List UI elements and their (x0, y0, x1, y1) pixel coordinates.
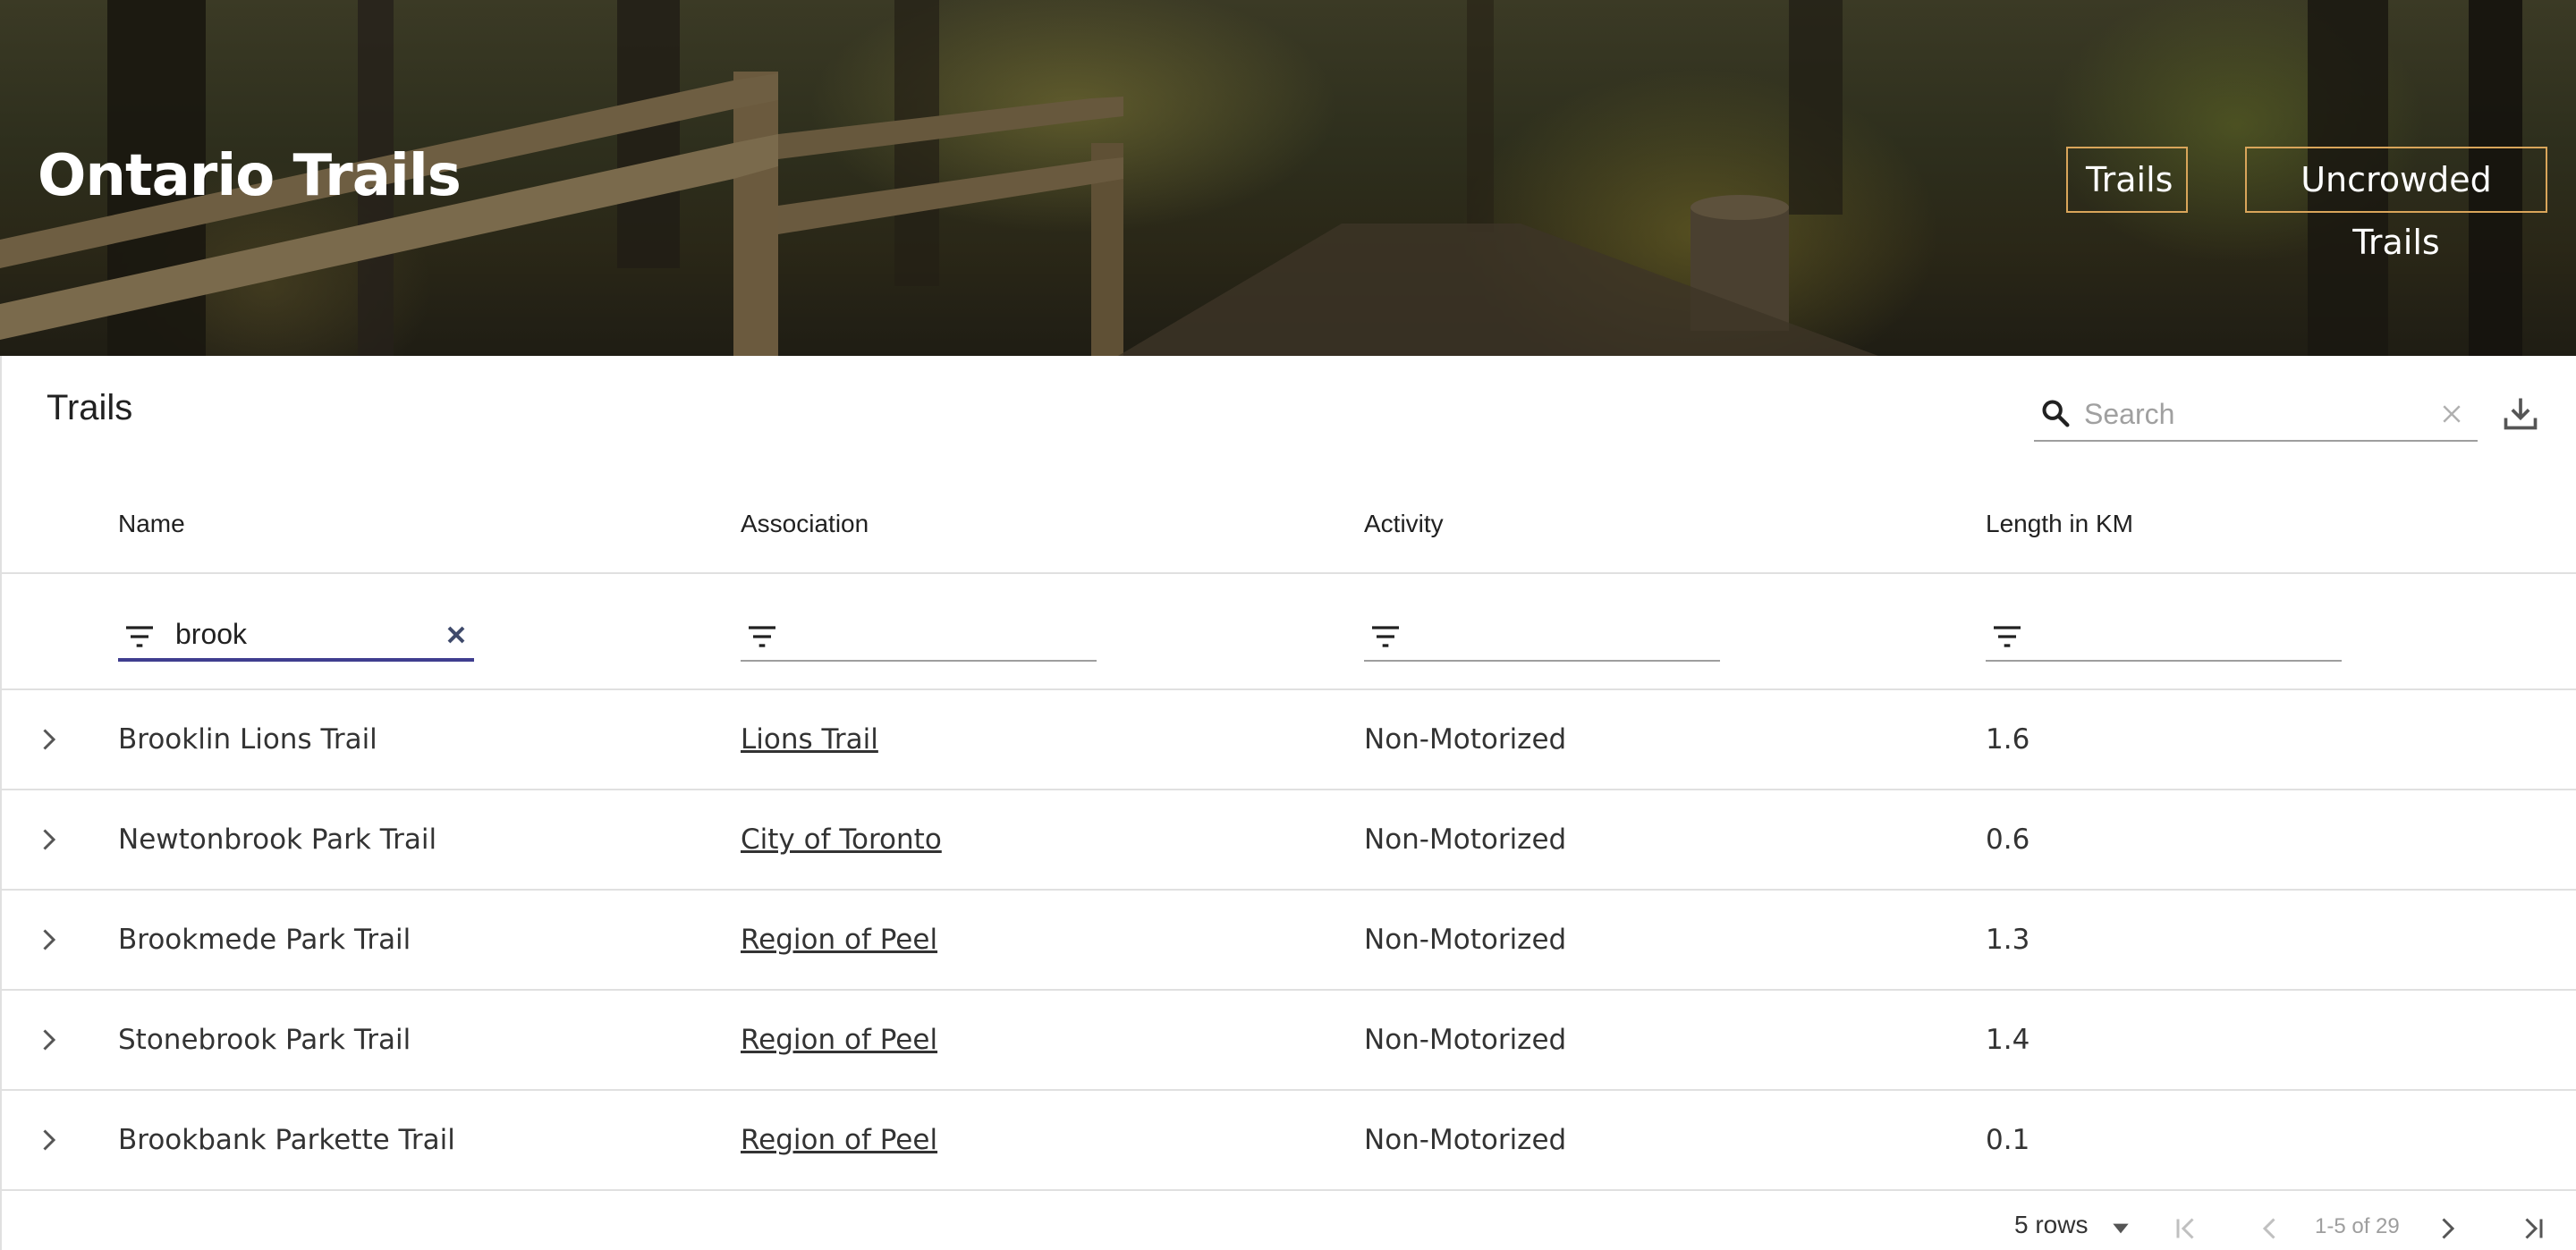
filter-icon (1994, 626, 2021, 647)
column-header-name[interactable]: Name (118, 510, 185, 538)
activity-filter (1364, 612, 1720, 662)
trail-activity: Non-Motorized (1364, 723, 1567, 756)
filter-icon (1372, 626, 1399, 647)
table-title: Trails (47, 388, 133, 427)
trail-name: Stonebrook Park Trail (118, 1024, 411, 1056)
trail-length: 0.6 (1986, 823, 2030, 856)
table-row: Brooklin Lions Trail Lions Trail Non-Mot… (2, 690, 2576, 790)
association-link[interactable]: Region of Peel (741, 924, 937, 956)
pagination-bar: 5 rows 1-5 of 29 (2, 1193, 2576, 1250)
trail-activity: Non-Motorized (1364, 823, 1567, 856)
association-link[interactable]: Region of Peel (741, 1124, 937, 1156)
chevron-right-icon[interactable] (2431, 1212, 2463, 1245)
chevron-right-icon[interactable] (32, 823, 64, 856)
table-row: Brookmede Park Trail Region of Peel Non-… (2, 891, 2576, 991)
column-header-association[interactable]: Association (741, 510, 869, 538)
trail-activity: Non-Motorized (1364, 1124, 1567, 1156)
chevron-right-icon[interactable] (32, 1024, 64, 1056)
trail-association: City of Toronto (741, 790, 942, 889)
filter-icon (749, 626, 775, 647)
last-page-icon[interactable] (2517, 1212, 2549, 1245)
close-icon[interactable] (442, 621, 470, 649)
search-icon (2042, 400, 2070, 427)
trail-name: Brookmede Park Trail (118, 924, 411, 956)
trail-length: 1.6 (1986, 723, 2030, 756)
site-title: Ontario Trails (38, 143, 462, 209)
chevron-right-icon[interactable] (32, 924, 64, 956)
table-search (2034, 392, 2478, 442)
table-header-row: Name Association Activity Length in KM (2, 465, 2576, 574)
association-filter (741, 612, 1097, 662)
trails-table-card: Trails Name Association Activity Length … (0, 356, 2576, 1250)
trail-activity: Non-Motorized (1364, 1024, 1567, 1056)
name-filter-input[interactable] (175, 612, 426, 656)
table-row: Stonebrook Park Trail Region of Peel Non… (2, 991, 2576, 1091)
nav-uncrowded-trails-button[interactable]: Uncrowded Trails (2245, 147, 2547, 262)
column-header-length[interactable]: Length in KM (1986, 510, 2133, 538)
table-row: Newtonbrook Park Trail City of Toronto N… (2, 790, 2576, 891)
rows-per-page-select[interactable]: 5 rows (2014, 1211, 2088, 1239)
download-icon[interactable] (2501, 393, 2540, 433)
trail-name: Newtonbrook Park Trail (118, 823, 437, 856)
first-page-icon[interactable] (2170, 1212, 2202, 1245)
trail-association: Lions Trail (741, 690, 878, 789)
filter-icon (126, 626, 153, 647)
trail-association: Region of Peel (741, 991, 937, 1089)
trail-length: 1.4 (1986, 1024, 2030, 1056)
trail-name: Brookbank Parkette Trail (118, 1124, 455, 1156)
table-filter-row (2, 574, 2576, 690)
chevron-right-icon[interactable] (32, 1124, 64, 1156)
length-filter-input[interactable] (2043, 612, 2293, 656)
arrow-drop-down-icon[interactable] (2109, 1220, 2132, 1237)
column-header-activity[interactable]: Activity (1364, 510, 1444, 538)
association-link[interactable]: City of Toronto (741, 823, 942, 856)
trail-association: Region of Peel (741, 1091, 937, 1189)
trail-length: 0.1 (1986, 1124, 2030, 1156)
chevron-left-icon[interactable] (2254, 1212, 2286, 1245)
table-row: Brookbank Parkette Trail Region of Peel … (2, 1091, 2576, 1191)
trail-association: Region of Peel (741, 891, 937, 989)
close-icon[interactable] (2438, 401, 2465, 427)
trail-length: 1.3 (1986, 924, 2030, 956)
association-link[interactable]: Region of Peel (741, 1024, 937, 1056)
name-filter (118, 612, 474, 662)
activity-filter-input[interactable] (1421, 612, 1672, 656)
chevron-right-icon[interactable] (32, 723, 64, 756)
trail-name: Brooklin Lions Trail (118, 723, 377, 756)
pagination-range: 1-5 of 29 (2315, 1214, 2400, 1238)
trail-activity: Non-Motorized (1364, 924, 1567, 956)
association-filter-input[interactable] (798, 612, 1048, 656)
association-link[interactable]: Lions Trail (741, 723, 878, 756)
search-input[interactable] (2084, 392, 2415, 436)
hero-banner: Ontario Trails Trails Uncrowded Trails (0, 0, 2576, 356)
length-filter (1986, 612, 2342, 662)
nav-trails-button[interactable]: Trails (2066, 147, 2188, 213)
